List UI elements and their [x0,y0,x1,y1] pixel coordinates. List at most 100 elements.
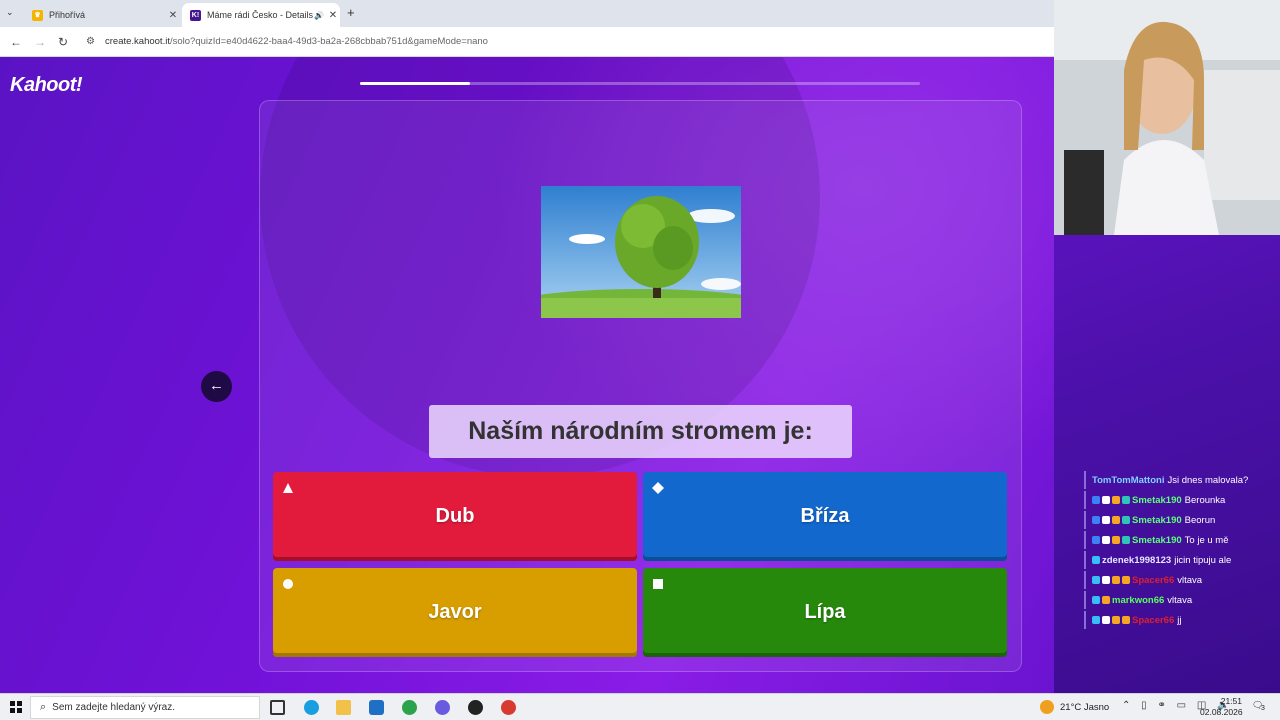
address-bar: ← → ↻ ⚙ create.kahoot.it/solo?quizId=e40… [0,27,1054,57]
chat-text: vltava [1177,574,1203,586]
close-icon[interactable]: ✕ [326,10,340,21]
chat-username: TomTomMattoni [1092,474,1165,486]
outlook-icon[interactable] [369,700,384,715]
chat-username: markwon66 [1112,594,1165,606]
chat-text: jicin tipuju ale [1174,554,1232,566]
question-image-tree [541,186,741,318]
answer-button-javor[interactable]: Javor [273,568,637,657]
chat-badge-icon [1092,516,1100,524]
chat-badge-icon [1112,576,1120,584]
previous-question-button[interactable]: ← [201,371,232,402]
answer-button-lipa[interactable]: Lípa [643,568,1007,657]
taskbar-clock[interactable]: 21:51 02.08.2026 [1200,696,1243,718]
chrome-profile-1-icon[interactable] [402,700,417,715]
weather-text: 21°C Jasno [1060,701,1110,713]
notification-count: 3 [1261,705,1265,712]
chat-badge-icon [1122,616,1130,624]
chat-badge-icon [1102,536,1110,544]
windows-taskbar: ⌕ Sem zadejte hledaný výraz. 21°C Jasno … [0,693,1280,720]
chat-badge-icon [1092,596,1100,604]
site-info-icon[interactable]: ⚙ [86,36,95,47]
reload-icon[interactable]: ↻ [58,35,68,49]
chat-message: TomTomMattoni Jsi dnes malovala? [1084,470,1280,490]
webcam-feed [1054,0,1280,235]
edge-icon[interactable] [304,700,319,715]
kahoot-logo[interactable]: Kahoot! [10,74,83,97]
task-view-icon[interactable] [270,700,285,715]
chat-username: Spacer66 [1132,614,1175,626]
chat-message: Spacer66 vltava [1084,570,1280,590]
chat-badge-icon [1092,496,1100,504]
question-progress-fill [360,82,470,85]
chat-text: vltava [1167,594,1193,606]
kahoot-game-area: Kahoot! ← Naším národním stromem je: Dub… [0,57,1054,693]
chat-text: Jsi dnes malovala? [1167,474,1249,486]
chat-overlay: TomTomMattoni Jsi dnes malovala? Smetak190… [1084,470,1280,630]
square-icon [653,579,663,589]
chat-badge-icon [1092,536,1100,544]
weather-sun-icon [1040,700,1054,714]
chat-username: Smetak190 [1132,514,1182,526]
crown-icon: ♛ [32,9,43,21]
chat-text: Beorun [1184,514,1216,526]
clock-date: 02.08.2026 [1200,707,1243,717]
answer-label: Bříza [800,505,850,527]
browser-tab-bar: ⌄ ♛ Přihořívá ✕ K! Máme rádi Česko - Det… [0,0,1054,27]
chat-message: zdenek1998123 jicin tipuju ale [1084,550,1280,570]
discord-icon[interactable] [435,700,450,715]
browser-tab-kahoot[interactable]: K! Máme rádi Česko - Details 🔊 ✕ [182,3,340,27]
chat-badge-icon [1122,496,1130,504]
diamond-icon [652,482,664,494]
chat-username: zdenek1998123 [1102,554,1172,566]
tab-search-chevron-icon[interactable]: ⌄ [6,7,14,18]
chat-message: Spacer66 jj [1084,610,1280,630]
answer-button-dub[interactable]: Dub [273,472,637,561]
chrome-profile-2-icon[interactable] [501,700,516,715]
chat-badge-icon [1092,576,1100,584]
chat-text: jj [1177,614,1182,626]
question-text: Naším národním stromem je: [429,405,852,458]
chat-text: Berounka [1184,494,1226,506]
search-icon: ⌕ [40,701,47,713]
chat-badge-icon [1102,496,1110,504]
chat-badge-icon [1102,596,1110,604]
answer-label: Dub [435,505,475,527]
back-arrow-icon[interactable]: ← [10,35,22,49]
windows-start-icon[interactable] [10,701,22,713]
question-progress-bar [360,82,920,85]
new-tab-plus-icon[interactable]: + [347,5,355,20]
file-explorer-icon[interactable] [336,700,351,715]
chat-message: Smetak190 Berounka [1084,490,1280,510]
taskbar-search-field[interactable]: ⌕ Sem zadejte hledaný výraz. [30,696,260,719]
url-host: create.kahoot.it [105,36,170,47]
forward-arrow-icon[interactable]: → [34,35,46,49]
triangle-icon [283,483,293,493]
weather-widget[interactable]: 21°C Jasno [1040,700,1109,714]
kahoot-icon: K! [190,9,201,21]
obs-icon[interactable] [468,700,483,715]
chat-badge-icon [1102,516,1110,524]
chat-badge-icon [1112,496,1120,504]
chat-badge-icon [1112,616,1120,624]
notification-icon[interactable]: 🗨 3 [1252,700,1266,714]
chat-badge-icon [1122,536,1130,544]
answer-button-briza[interactable]: Bříza [643,472,1007,561]
chat-badge-icon [1092,556,1100,564]
answer-label: Lípa [804,601,846,623]
chat-badge-icon [1092,616,1100,624]
search-placeholder: Sem zadejte hledaný výraz. [52,702,176,713]
chat-username: Smetak190 [1132,534,1182,546]
chat-badge-icon [1122,576,1130,584]
close-icon[interactable]: ✕ [166,10,180,21]
chat-badge-icon [1122,516,1130,524]
tab-title: Máme rádi Česko - Details [207,10,314,20]
chat-badge-icon [1102,616,1110,624]
url-field[interactable]: create.kahoot.it/solo?quizId=e40d4622-ba… [105,36,488,47]
tab-title: Přihořívá [49,10,86,20]
browser-tab-prihoriva[interactable]: ♛ Přihořívá ✕ [24,3,180,27]
speaker-icon[interactable]: 🔊 [314,11,326,20]
chat-badge-icon [1112,516,1120,524]
chat-message: Smetak190 Beorun [1084,510,1280,530]
chat-username: Smetak190 [1132,494,1182,506]
answer-label: Javor [428,601,482,623]
